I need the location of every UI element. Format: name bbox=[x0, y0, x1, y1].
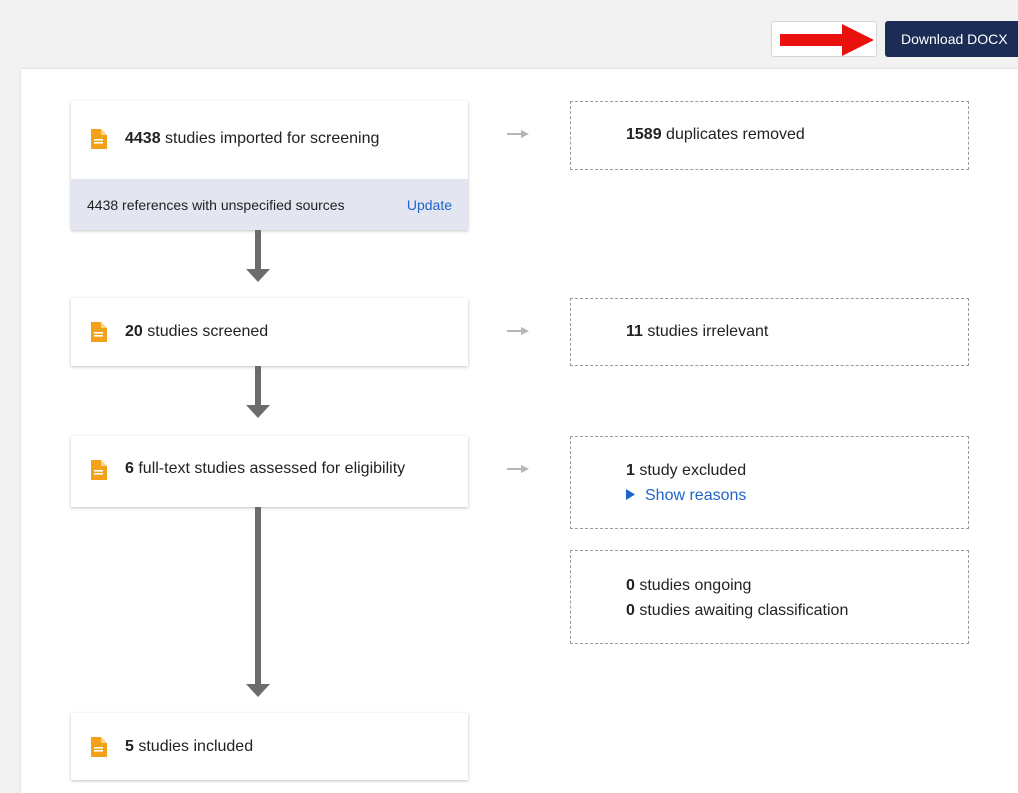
ongoing-count: 0 bbox=[626, 577, 635, 594]
irrelevant-count: 11 bbox=[626, 323, 643, 340]
card-screened: 20 studies screened bbox=[71, 298, 468, 366]
update-link[interactable]: Update bbox=[407, 197, 452, 213]
card-fulltext: 6 full-text studies assessed for eligibi… bbox=[71, 436, 468, 507]
duplicates-label: duplicates removed bbox=[661, 126, 805, 143]
unspecified-sources-text: 4438 references with unspecified sources bbox=[87, 196, 345, 213]
card-imported: 4438 studies imported for screening 4438… bbox=[71, 101, 468, 230]
document-icon bbox=[91, 322, 107, 342]
flow-line bbox=[255, 366, 261, 406]
arrow-down-icon bbox=[246, 269, 270, 282]
awaiting-label: studies awaiting classification bbox=[634, 602, 849, 619]
unspecified-sources-bar: 4438 references with unspecified sources… bbox=[71, 179, 468, 230]
box-irrelevant: 11 studies irrelevant bbox=[570, 298, 969, 366]
show-reasons-toggle[interactable]: Show reasons bbox=[626, 483, 968, 508]
box-duplicates: 1589 duplicates removed bbox=[570, 101, 969, 170]
fulltext-count: 6 bbox=[125, 460, 134, 477]
arrow-right-icon bbox=[507, 465, 529, 473]
red-annotation-arrow-icon bbox=[780, 24, 874, 56]
screened-label: studies screened bbox=[142, 323, 269, 340]
arrow-right-icon bbox=[507, 130, 529, 138]
ongoing-label: studies ongoing bbox=[634, 577, 752, 594]
excluded-count: 1 bbox=[626, 462, 635, 479]
document-icon bbox=[91, 736, 107, 757]
included-label: studies included bbox=[133, 737, 254, 755]
included-count: 5 bbox=[125, 737, 134, 755]
caret-right-icon bbox=[626, 489, 635, 500]
flow-line bbox=[255, 507, 261, 685]
card-included: 5 studies included bbox=[71, 713, 468, 780]
arrow-down-icon bbox=[246, 405, 270, 418]
box-ongoing-awaiting: 0 studies ongoing 0 studies awaiting cla… bbox=[570, 550, 969, 644]
document-icon bbox=[91, 460, 107, 480]
flow-line bbox=[255, 230, 261, 270]
imported-label: studies imported for screening bbox=[160, 130, 380, 147]
fulltext-label: full-text studies assessed for eligibili… bbox=[133, 460, 406, 477]
box-excluded: 1 study excluded Show reasons bbox=[570, 436, 969, 529]
arrow-right-icon bbox=[507, 327, 529, 335]
arrow-down-icon bbox=[246, 684, 270, 697]
irrelevant-label: studies irrelevant bbox=[642, 323, 769, 340]
download-docx-button[interactable]: Download DOCX bbox=[885, 21, 1018, 57]
duplicates-count: 1589 bbox=[626, 126, 662, 143]
imported-count: 4438 bbox=[125, 130, 161, 147]
top-toolbar: Download DOCX bbox=[0, 0, 1018, 68]
screened-count: 20 bbox=[125, 323, 143, 340]
show-reasons-link[interactable]: Show reasons bbox=[645, 487, 746, 504]
excluded-label: study excluded bbox=[634, 462, 747, 479]
document-icon bbox=[91, 129, 107, 149]
awaiting-count: 0 bbox=[626, 602, 635, 619]
